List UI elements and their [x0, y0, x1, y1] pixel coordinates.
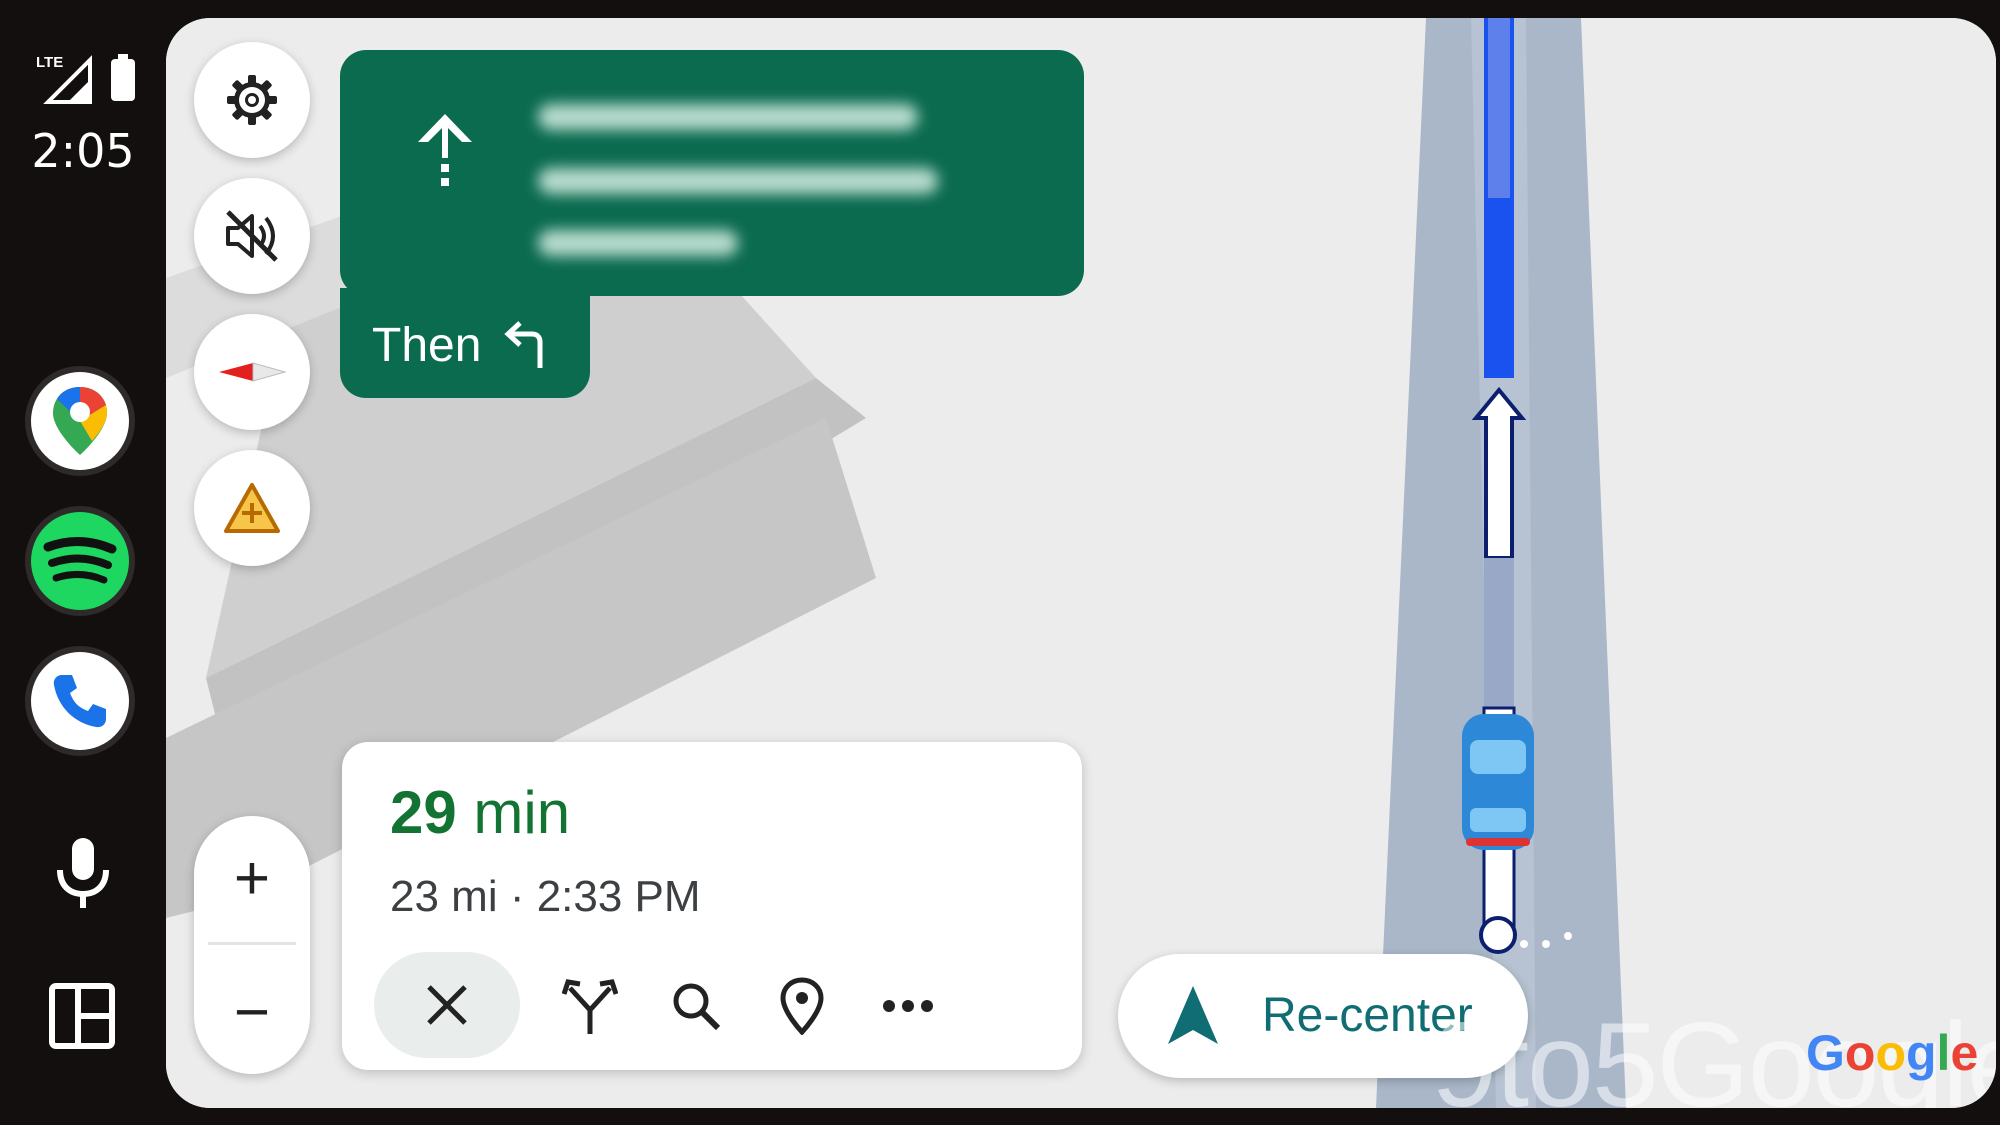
- mute-button[interactable]: [194, 178, 310, 294]
- signal-icon: [43, 55, 92, 104]
- trip-details: 23 mi · 2:33 PM: [390, 872, 701, 921]
- more-options-button[interactable]: [860, 958, 956, 1054]
- navigation-banner[interactable]: [340, 50, 1084, 296]
- eta-unit: min: [473, 779, 571, 846]
- end-navigation-button[interactable]: [374, 952, 520, 1058]
- navigation-arrow-icon: [1168, 986, 1218, 1044]
- report-hazard-icon: [224, 483, 280, 533]
- microphone-button[interactable]: [48, 836, 118, 910]
- compass-icon: [219, 362, 287, 382]
- zoom-in-button[interactable]: +: [194, 816, 310, 940]
- status-icons: LTE: [34, 54, 138, 104]
- google-maps-app-button[interactable]: [25, 366, 135, 476]
- zoom-control: + −: [194, 816, 310, 1074]
- alternate-routes-icon: [562, 979, 618, 1034]
- zoom-out-button[interactable]: −: [194, 950, 310, 1074]
- map-view[interactable]: Then + − 29 min 23 mi · 2:33 PM Re-cente…: [166, 18, 1996, 1108]
- spotify-app-button[interactable]: [25, 506, 135, 616]
- phone-icon: [53, 675, 106, 728]
- google-maps-icon: [53, 387, 107, 455]
- place-pin-icon: [780, 977, 824, 1035]
- straight-arrow-icon: [418, 114, 472, 186]
- turn-left-arrow-icon: [504, 321, 543, 368]
- eta-duration: 29 min: [390, 778, 570, 847]
- alternate-routes-button[interactable]: [542, 958, 638, 1054]
- street-name-redacted: [528, 80, 1048, 280]
- microphone-icon: [57, 838, 109, 908]
- zoom-divider: [208, 942, 296, 945]
- clock: 2:05: [31, 124, 135, 178]
- zoom-out-label: −: [233, 977, 271, 1047]
- spotify-icon: [43, 536, 117, 584]
- more-icon: [883, 1000, 933, 1012]
- dashboard-button[interactable]: [48, 982, 116, 1050]
- phone-app-button[interactable]: [25, 646, 135, 756]
- next-maneuver-chip: Then: [340, 288, 590, 398]
- eta-value: 29: [390, 779, 457, 846]
- settings-button[interactable]: [194, 42, 310, 158]
- app-rail: LTE 2:05: [0, 0, 166, 1125]
- report-hazard-button[interactable]: [194, 450, 310, 566]
- battery-icon: [111, 54, 135, 101]
- gear-icon: [227, 75, 277, 125]
- trip-summary-card[interactable]: 29 min 23 mi · 2:33 PM: [342, 742, 1082, 1070]
- search-along-route-button[interactable]: [648, 958, 744, 1054]
- close-icon: [427, 985, 467, 1025]
- add-stop-button[interactable]: [754, 958, 850, 1054]
- search-icon: [673, 983, 721, 1031]
- compass-button[interactable]: [194, 314, 310, 430]
- google-logo: Google: [1806, 1025, 1979, 1081]
- then-label: Then: [372, 319, 482, 372]
- zoom-in-label: +: [233, 843, 271, 913]
- mute-icon: [226, 210, 278, 262]
- dashboard-icon: [49, 983, 115, 1049]
